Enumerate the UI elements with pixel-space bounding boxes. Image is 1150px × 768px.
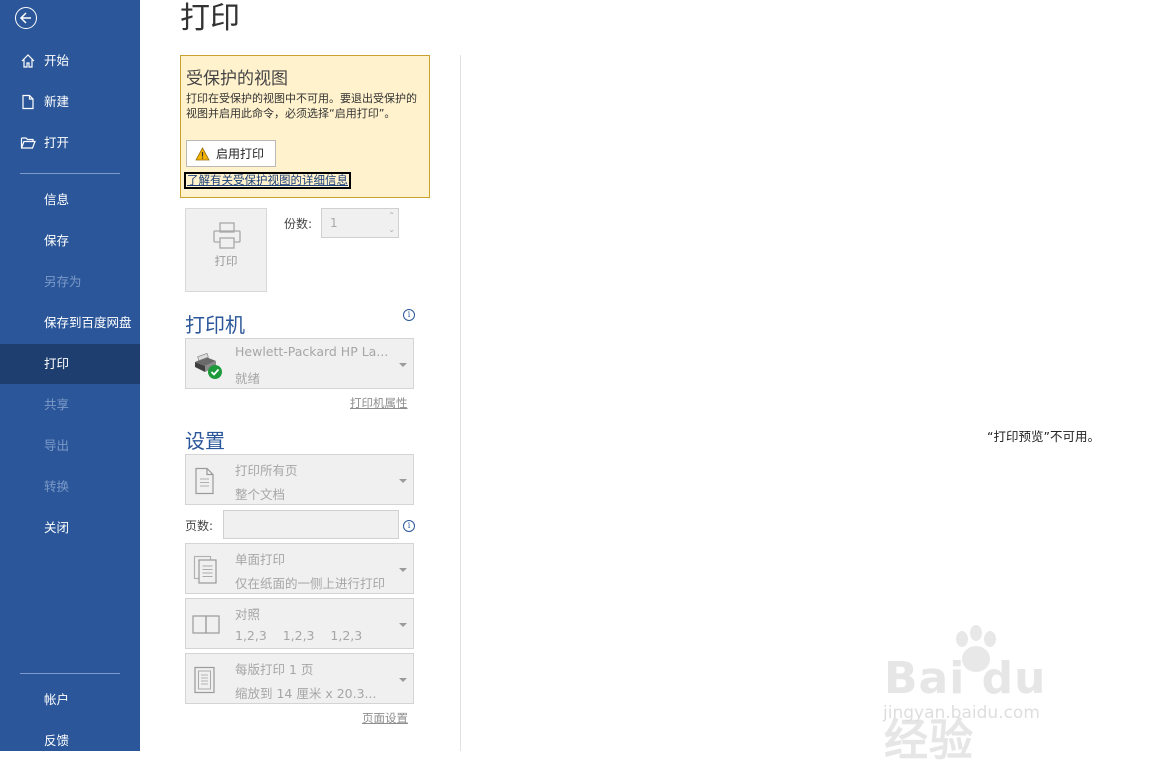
- backstage-sidebar: 开始 新建 打开 信息 保存 另存为 保存到百度网盘 打印 共享 导出 转换 关…: [0, 0, 140, 751]
- sidebar-item-label: 保存: [44, 233, 70, 248]
- sidebar-item-export: 导出: [0, 426, 140, 466]
- sidebar-item-label: 关闭: [44, 520, 70, 535]
- sidebar-divider: [20, 173, 120, 174]
- enable-printing-button[interactable]: 启用打印: [186, 140, 276, 167]
- protected-view-description: 打印在受保护的视图中不可用。要退出受保护的视图并启用此命令，必须选择“启用打印”…: [186, 92, 417, 120]
- home-icon: [21, 54, 35, 68]
- sidebar-item-label: 打印: [44, 356, 70, 371]
- sides-dropdown[interactable]: 单面打印 仅在纸面的一侧上进行打印: [185, 543, 414, 594]
- page-per-sheet-icon: [194, 666, 215, 694]
- settings-section-title: 设置: [185, 429, 225, 453]
- pages-per-sheet-dropdown[interactable]: 每版打印 1 页 缩放到 14 厘米 x 20.3...: [185, 653, 414, 704]
- sidebar-item-open[interactable]: 打开: [0, 123, 140, 163]
- print-preview-unavailable-message: “打印预览”不可用。: [987, 429, 1100, 444]
- sidebar-item-info[interactable]: 信息: [0, 180, 140, 220]
- printer-status: 就绪: [235, 371, 261, 386]
- info-icon[interactable]: i: [403, 520, 415, 532]
- chevron-down-icon: [399, 678, 407, 682]
- copies-value: 1: [330, 216, 338, 230]
- print-range-description: 整个文档: [235, 487, 286, 502]
- sidebar-item-share: 共享: [0, 385, 140, 425]
- sidebar-item-home[interactable]: 开始: [0, 41, 140, 81]
- sidebar-item-convert: 转换: [0, 467, 140, 507]
- spin-down-icon[interactable]: ⌄: [388, 225, 395, 234]
- print-button[interactable]: 打印: [185, 208, 267, 292]
- warning-icon: [195, 146, 210, 160]
- sidebar-item-label: 反馈: [44, 733, 70, 748]
- page-title: 打印: [180, 1, 240, 36]
- page-setup-link[interactable]: 页面设置: [362, 710, 408, 726]
- pages-input[interactable]: [223, 510, 399, 539]
- copies-spinner[interactable]: 1 ⌃ ⌄: [321, 208, 399, 238]
- pages-per-sheet-value: 每版打印 1 页: [235, 662, 314, 677]
- sidebar-item-label: 打开: [44, 135, 70, 150]
- learn-more-link[interactable]: 了解有关受保护视图的详细信息: [184, 172, 351, 189]
- protected-view-banner: 受保护的视图 打印在受保护的视图中不可用。要退出受保护的视图并启用此命令，必须选…: [180, 55, 430, 198]
- sidebar-item-save[interactable]: 保存: [0, 221, 140, 261]
- protected-view-title: 受保护的视图: [186, 69, 288, 89]
- preview-divider: [460, 55, 461, 751]
- sidebar-divider: [20, 673, 120, 674]
- spin-up-icon[interactable]: ⌃: [388, 211, 395, 220]
- sides-value: 单面打印: [235, 552, 286, 567]
- print-range-value: 打印所有页: [235, 463, 298, 478]
- sidebar-item-label: 保存到百度网盘: [44, 315, 132, 330]
- enable-printing-label: 启用打印: [216, 147, 265, 161]
- folder-open-icon: [20, 137, 36, 149]
- print-button-label: 打印: [214, 254, 238, 268]
- one-sided-print-icon: [193, 555, 217, 584]
- chevron-down-icon: [399, 479, 407, 483]
- sidebar-item-new[interactable]: 新建: [0, 82, 140, 122]
- baidu-jingyan-watermark: Bai du 经验 jingyan.baidu.com: [880, 625, 1090, 766]
- chevron-down-icon: [399, 623, 407, 627]
- sidebar-item-label: 另存为: [44, 274, 82, 289]
- collation-dropdown[interactable]: 对照 1,2,3 1,2,3 1,2,3: [185, 598, 414, 649]
- pages-label: 页数:: [185, 519, 214, 533]
- pages-per-sheet-description: 缩放到 14 厘米 x 20.3...: [235, 686, 377, 701]
- sidebar-item-account[interactable]: 帐户: [0, 680, 140, 720]
- sidebar-item-label: 信息: [44, 192, 70, 207]
- sidebar-item-save-as: 另存为: [0, 262, 140, 302]
- info-icon[interactable]: i: [403, 309, 415, 321]
- copies-label: 份数:: [284, 217, 313, 231]
- sides-description: 仅在纸面的一侧上进行打印: [235, 576, 386, 591]
- printer-properties-link[interactable]: 打印机属性: [350, 395, 408, 411]
- printer-icon: [213, 222, 241, 249]
- sidebar-item-label: 帐户: [44, 692, 70, 707]
- sidebar-item-label: 导出: [44, 438, 70, 453]
- printer-ready-icon: [195, 353, 222, 379]
- sidebar-item-label: 共享: [44, 397, 70, 412]
- sidebar-item-label: 转换: [44, 479, 70, 494]
- collate-icon: [192, 615, 220, 634]
- chevron-down-icon: [399, 363, 407, 367]
- chevron-down-icon: [399, 568, 407, 572]
- sidebar-item-feedback[interactable]: 反馈: [0, 721, 140, 761]
- sidebar-item-print[interactable]: 打印: [0, 344, 140, 384]
- printer-section-title: 打印机: [185, 313, 245, 337]
- watermark-url: jingyan.baidu.com: [883, 703, 1040, 723]
- sidebar-item-close[interactable]: 关闭: [0, 508, 140, 548]
- collation-description: 1,2,3 1,2,3 1,2,3: [235, 628, 363, 643]
- sidebar-item-label: 新建: [44, 94, 70, 109]
- print-range-dropdown[interactable]: 打印所有页 整个文档: [185, 454, 414, 505]
- back-arrow-icon[interactable]: [15, 7, 37, 29]
- printer-dropdown[interactable]: Hewlett-Packard HP La... 就绪: [185, 338, 414, 389]
- document-pages-icon: [195, 467, 214, 495]
- new-document-icon: [22, 94, 34, 110]
- sidebar-item-save-to-baidu[interactable]: 保存到百度网盘: [0, 303, 140, 343]
- sidebar-item-label: 开始: [44, 53, 70, 68]
- collation-value: 对照: [235, 607, 261, 622]
- printer-name: Hewlett-Packard HP La...: [235, 344, 389, 359]
